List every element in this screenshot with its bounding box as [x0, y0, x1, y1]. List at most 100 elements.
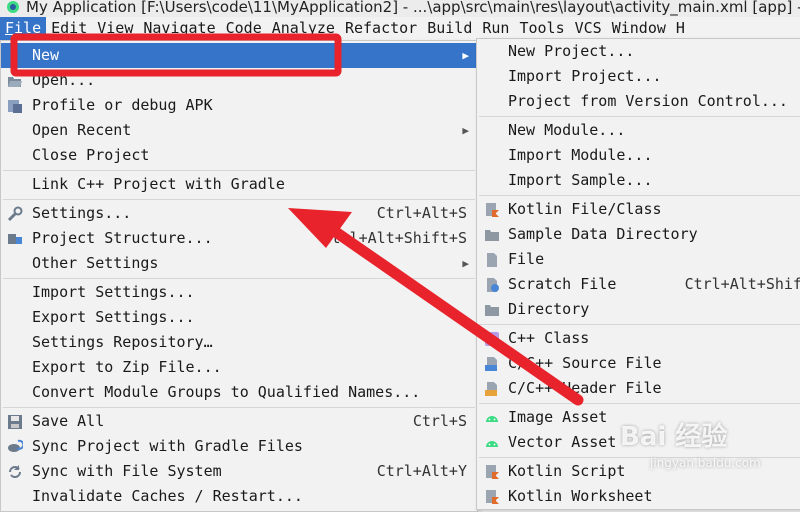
menu-item-label: Close Project: [32, 146, 150, 164]
menu-item-settings-repository[interactable]: Settings Repository…: [1, 330, 477, 355]
menu-item-profile-apk[interactable]: Profile or debug APK: [1, 93, 477, 118]
file-icon: [487, 253, 497, 267]
menu-edit[interactable]: Edit: [46, 17, 92, 40]
submenu-item-new-module[interactable]: New Module...: [477, 118, 800, 143]
submenu-item-sample-data-directory[interactable]: Sample Data Directory: [477, 222, 800, 247]
svg-text:S: S: [489, 335, 495, 346]
menu-item-label: Settings Repository…: [32, 333, 213, 351]
submenu-item-import-sample[interactable]: Import Sample...: [477, 168, 800, 193]
menu-item-label: Image Asset: [508, 408, 608, 426]
menu-item-shortcut: Ctrl+Alt+Shift: [684, 275, 800, 293]
submenu-item-import-module[interactable]: Import Module...: [477, 143, 800, 168]
menu-item-label: Scratch File: [508, 275, 617, 293]
menu-item-sync-gradle[interactable]: Sync Project with Gradle Files: [1, 434, 477, 459]
menu-item-shortcut: Ctrl+Alt+Y: [376, 462, 467, 480]
menu-item-shortcut: Ctrl+S: [412, 412, 467, 430]
menu-item-import-settings[interactable]: Import Settings...: [1, 280, 477, 305]
submenu-arrow-icon: ▶: [462, 257, 469, 270]
menu-item-shortcut: Ctrl+Alt+S: [376, 204, 467, 222]
menu-item-invalidate-caches[interactable]: Invalidate Caches / Restart...: [1, 484, 477, 509]
menu-file-label: File: [5, 19, 42, 37]
cpp-class-icon: S: [485, 332, 499, 346]
submenu-item-cpp-header[interactable]: C/C++ Header File: [477, 376, 800, 401]
menu-help[interactable]: H: [671, 17, 690, 40]
menu-item-open-recent[interactable]: Open Recent ▶: [1, 118, 477, 143]
menu-refactor[interactable]: Refactor: [340, 17, 422, 40]
folder-icon: [485, 305, 499, 316]
menu-item-label: Export Settings...: [32, 308, 195, 326]
scratch-file-icon: [487, 278, 499, 292]
submenu-item-directory[interactable]: Directory: [477, 297, 800, 322]
menu-separator: [3, 407, 475, 408]
save-icon: [8, 415, 22, 429]
menu-item-label: Kotlin Script: [508, 462, 626, 480]
menu-build[interactable]: Build: [422, 17, 477, 40]
apk-icon: [8, 100, 22, 113]
kotlin-file-icon: [486, 203, 499, 217]
menu-item-shortcut: Ctrl+Alt+Shift+S: [322, 229, 468, 247]
menu-item-project-structure[interactable]: Project Structure... Ctrl+Alt+Shift+S: [1, 226, 477, 251]
menu-separator: [479, 403, 800, 404]
folder-icon: [485, 230, 499, 241]
submenu-item-cpp-source[interactable]: C/C++ Source File: [477, 351, 800, 376]
menu-item-export-settings[interactable]: Export Settings...: [1, 305, 477, 330]
menu-item-label: Open Recent: [32, 121, 132, 139]
menu-item-label: Settings...: [32, 204, 132, 222]
menu-item-other-settings[interactable]: Other Settings ▶: [1, 251, 477, 276]
menu-separator: [3, 278, 475, 279]
menu-item-label: Other Settings: [32, 254, 159, 272]
menu-item-label: Import Settings...: [32, 283, 195, 301]
submenu-item-new-project[interactable]: New Project...: [477, 39, 800, 64]
kotlin-worksheet-icon: [486, 490, 499, 504]
menu-item-label: Directory: [508, 300, 590, 318]
menu-item-label: New Module...: [508, 121, 626, 139]
menu-item-label: Project Structure...: [32, 229, 213, 247]
menu-item-settings[interactable]: Settings... Ctrl+Alt+S: [1, 201, 477, 226]
menu-item-export-zip[interactable]: Export to Zip File...: [1, 355, 477, 380]
menu-item-link-cpp[interactable]: Link C++ Project with Gradle: [1, 172, 477, 197]
submenu-item-cpp-class[interactable]: S C++ Class: [477, 326, 800, 351]
submenu-item-project-from-vcs[interactable]: Project from Version Control...: [477, 89, 800, 114]
menu-item-label: Sync with File System: [32, 462, 222, 480]
submenu-item-import-project[interactable]: Import Project...: [477, 64, 800, 89]
menu-item-label: Save All: [32, 412, 105, 430]
wrench-icon: [7, 206, 23, 222]
menu-item-label: New Project...: [508, 42, 635, 60]
menu-navigate[interactable]: Navigate: [138, 17, 220, 40]
menu-item-label: New: [32, 46, 60, 64]
submenu-item-kotlin-file[interactable]: Kotlin File/Class: [477, 197, 800, 222]
menu-item-open[interactable]: Open...: [1, 68, 477, 93]
menu-vcs[interactable]: VCS: [570, 17, 607, 40]
menu-item-label: C++ Class: [508, 329, 590, 347]
menu-item-save-all[interactable]: Save All Ctrl+S: [1, 409, 477, 434]
menu-item-label: Convert Module Groups to Qualified Names…: [32, 383, 421, 401]
menu-item-label: Import Project...: [508, 67, 662, 85]
android-studio-icon: [7, 1, 19, 13]
watermark-url: jingyan.baidu.com: [650, 456, 761, 470]
gradle-sync-icon: [8, 439, 23, 452]
menu-item-label: Export to Zip File...: [32, 358, 222, 376]
menu-run[interactable]: Run: [477, 17, 514, 40]
menu-item-label: Import Sample...: [508, 171, 653, 189]
submenu-item-file[interactable]: File: [477, 247, 800, 272]
menu-item-new[interactable]: New ▶: [1, 43, 477, 68]
submenu-arrow-icon: ▶: [462, 49, 469, 62]
menu-tools[interactable]: Tools: [514, 17, 569, 40]
submenu-item-scratch-file[interactable]: Scratch File Ctrl+Alt+Shift: [477, 272, 800, 297]
menu-file[interactable]: File: [0, 17, 47, 40]
menu-item-label: Link C++ Project with Gradle: [32, 175, 285, 193]
menu-analyze[interactable]: Analyze: [267, 17, 340, 40]
menu-item-close-project[interactable]: Close Project: [1, 143, 477, 168]
menu-code[interactable]: Code: [221, 17, 267, 40]
sync-icon: [9, 465, 21, 478]
menu-item-label: Profile or debug APK: [32, 96, 213, 114]
menu-separator: [3, 170, 475, 171]
menu-item-label: Project from Version Control...: [508, 92, 788, 110]
menu-item-label: C/C++ Header File: [508, 379, 662, 397]
menu-item-sync-file-system[interactable]: Sync with File System Ctrl+Alt+Y: [1, 459, 477, 484]
menu-item-convert-module-groups[interactable]: Convert Module Groups to Qualified Names…: [1, 380, 477, 405]
cpp-header-icon: [485, 382, 497, 396]
menu-view[interactable]: View: [92, 17, 138, 40]
menu-separator: [479, 116, 800, 117]
menu-window[interactable]: Window: [607, 17, 671, 40]
